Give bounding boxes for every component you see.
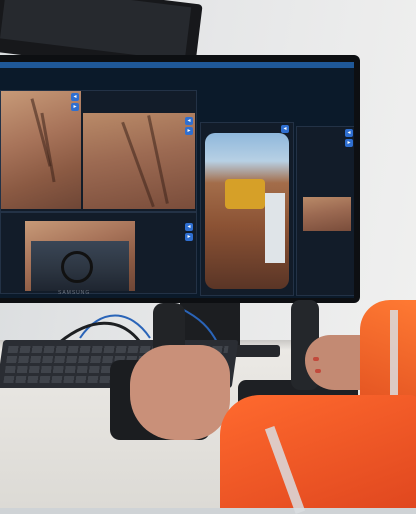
camera-control-icon[interactable]: ▸ bbox=[345, 139, 353, 147]
camera-panel-bottom-left: ◂ ▸ bbox=[0, 212, 197, 294]
camera-feed-cab bbox=[31, 241, 129, 291]
camera-control-icon[interactable]: ◂ bbox=[185, 223, 193, 231]
camera-control-icon[interactable]: ◂ bbox=[281, 125, 289, 133]
camera-panel-right: ◂ ▸ bbox=[296, 126, 354, 296]
excavator bbox=[225, 179, 265, 209]
camera-feed-5 bbox=[303, 197, 351, 231]
overhead-monitor-screen bbox=[0, 0, 192, 61]
camera-feed-1 bbox=[1, 91, 81, 209]
camera-control-icon[interactable]: ▸ bbox=[185, 233, 193, 241]
camera-control-icon[interactable]: ◂ bbox=[185, 117, 193, 125]
camera-control-icon[interactable]: ▸ bbox=[185, 127, 193, 135]
camera-feed-2 bbox=[83, 113, 195, 209]
operator-left-hand bbox=[130, 345, 230, 440]
monitor-screen: ◂ ▸ ◂ ▸ ◂ ▸ ◂ ◂ ▸ SAMSUNG bbox=[0, 62, 354, 298]
camera-control-icon[interactable]: ◂ bbox=[71, 93, 79, 101]
camera-feed-4 bbox=[205, 133, 289, 289]
hi-vis-vest-sleeve bbox=[220, 395, 416, 514]
camera-panel-top-left: ◂ ▸ ◂ ▸ bbox=[0, 90, 197, 212]
cables bbox=[40, 298, 220, 345]
reflective-strip bbox=[264, 426, 306, 514]
camera-panel-center: ◂ bbox=[200, 122, 294, 296]
monitor-brand: SAMSUNG bbox=[58, 290, 91, 296]
screen-top-glow bbox=[0, 62, 354, 68]
steering-wheel bbox=[61, 251, 93, 283]
vehicle-side bbox=[265, 193, 285, 263]
camera-control-icon[interactable]: ◂ bbox=[345, 129, 353, 137]
camera-control-icon[interactable]: ▸ bbox=[71, 103, 79, 111]
